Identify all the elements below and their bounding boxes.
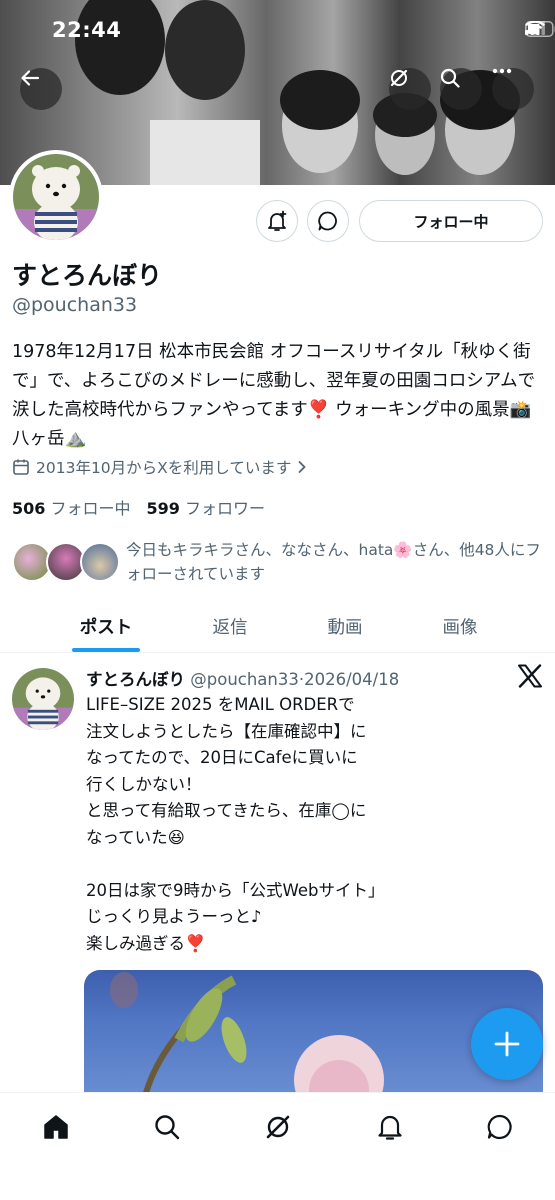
grok-button[interactable] xyxy=(389,68,431,110)
calendar-icon xyxy=(13,459,29,475)
handle: @pouchan33 xyxy=(12,294,138,316)
known-follower-avatar xyxy=(80,542,120,582)
message-icon xyxy=(318,211,337,231)
message-icon xyxy=(487,1114,512,1140)
post-author-name[interactable]: すとろんぼり xyxy=(86,670,185,689)
active-tab-indicator xyxy=(72,648,140,652)
followers-number: 599 xyxy=(146,499,180,518)
search-icon xyxy=(155,1115,180,1140)
search-icon xyxy=(440,68,460,88)
grok-icon xyxy=(390,69,408,87)
display-name: すとろんぼり xyxy=(12,261,163,290)
profile-avatar[interactable] xyxy=(9,150,103,244)
post-text: LIFE–SIZE 2025 をMAIL ORDERで 注文しようとしたら【在庫… xyxy=(86,695,385,953)
bottom-navigation xyxy=(0,1092,555,1200)
avatar-image xyxy=(13,154,99,240)
nav-grok[interactable] xyxy=(258,1107,298,1147)
nav-messages[interactable] xyxy=(480,1107,520,1147)
chevron-right-icon xyxy=(298,461,307,473)
following-label: フォロー中 xyxy=(50,499,131,518)
profile-tabs: ポスト 返信 動画 画像 xyxy=(0,600,555,653)
post-header: すとろんぼり @pouchan33·2026/04/18 xyxy=(86,666,399,690)
x-logo-icon xyxy=(518,664,542,688)
follow-counts: 506 フォロー中 599 フォロワー xyxy=(12,495,265,519)
known-followers[interactable]: 今日もキラキラさん、ななさん、hata🌸さん、他48人にフォローされています xyxy=(12,538,547,588)
nav-home[interactable] xyxy=(36,1107,76,1147)
tab-images[interactable]: 画像 xyxy=(402,600,518,653)
back-button[interactable] xyxy=(20,68,62,110)
profile-banner[interactable]: 22:44 xyxy=(0,0,555,185)
avatar-image xyxy=(12,668,74,730)
known-followers-text: 今日もキラキラさん、ななさん、hata🌸さん、他48人にフォローされています xyxy=(126,541,541,583)
bio: 1978年12月17日 松本市民会館 オフコースリサイタル「秋ゆく街で」で、よろ… xyxy=(12,342,536,449)
following-count[interactable]: 506 フォロー中 xyxy=(12,495,131,519)
plus-icon xyxy=(494,1031,520,1057)
post-author-meta: @pouchan33·2026/04/18 xyxy=(190,670,400,689)
bell-icon xyxy=(378,1115,402,1140)
notify-button[interactable] xyxy=(256,200,298,242)
search-button[interactable] xyxy=(440,68,482,110)
tab-videos[interactable]: 動画 xyxy=(287,600,403,653)
nav-search[interactable] xyxy=(147,1107,187,1147)
joined-date[interactable]: 2013年10月からXを利用しています xyxy=(12,456,307,478)
compose-button[interactable] xyxy=(471,1008,543,1080)
tab-replies[interactable]: 返信 xyxy=(172,600,288,653)
status-time: 22:44 xyxy=(52,18,122,42)
status-bar: 22:44 xyxy=(0,0,555,62)
message-button[interactable] xyxy=(307,200,349,242)
following-number: 506 xyxy=(12,499,46,518)
battery-icon xyxy=(525,21,555,37)
following-button[interactable]: フォロー中 xyxy=(359,200,543,242)
more-button[interactable] xyxy=(492,68,534,110)
home-icon xyxy=(44,1115,68,1139)
followers-count[interactable]: 599 フォロワー xyxy=(147,495,266,519)
nav-notifications[interactable] xyxy=(370,1107,410,1147)
bell-plus-icon xyxy=(268,210,287,231)
joined-text: 2013年10月からXを利用しています xyxy=(36,459,292,477)
arrow-left-icon xyxy=(21,70,40,86)
grok-icon xyxy=(266,1115,290,1139)
tab-posts[interactable]: ポスト xyxy=(48,600,164,653)
more-icon xyxy=(492,68,512,74)
post-avatar[interactable] xyxy=(12,668,74,730)
followers-label: フォロワー xyxy=(185,499,266,518)
